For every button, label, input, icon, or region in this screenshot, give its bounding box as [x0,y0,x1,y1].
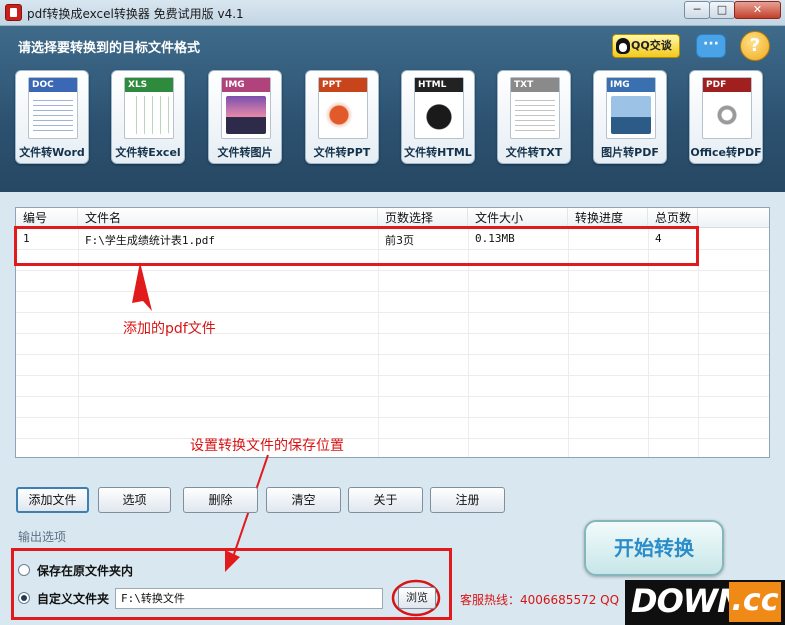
ppt-file-icon: PPT [318,77,368,139]
format-tag: IMG [222,78,270,92]
col-header-progress[interactable]: 转换进度 [568,208,648,228]
img-pdf-file-icon: IMG [606,77,656,139]
format-label: 文件转图片 [217,146,273,159]
browse-button[interactable]: 浏览 [398,587,436,609]
col-header-index[interactable]: 编号 [16,208,78,228]
format-header: 请选择要转换到的目标文件格式 QQ交谈 ··· ? DOC 文件转Word XL… [0,26,785,192]
header-label: 请选择要转换到的目标文件格式 [18,41,201,56]
col-header-page-select[interactable]: 页数选择 [378,208,468,228]
col-header-total-pages[interactable]: 总页数 [648,208,698,228]
format-label: 图片转PDF [601,146,659,159]
qq-chat-label: QQ交谈 [631,39,672,52]
output-options-label: 输出选项 [18,530,67,544]
help-icon[interactable]: ? [740,31,770,61]
txt-file-icon: TXT [510,77,560,139]
pdf-file-icon: PDF [702,77,752,139]
options-button[interactable]: 选项 [98,487,171,513]
annotation-save-location: 设置转换文件的保存位置 [190,438,344,454]
watermark-suffix: .cc [729,582,781,622]
radio-save-original-label[interactable]: 保存在原文件夹内 [37,562,133,579]
format-label: 文件转Word [19,146,85,159]
chat-bubble-icon[interactable]: ··· [696,34,726,58]
format-tile-excel[interactable]: XLS 文件转Excel [111,70,185,164]
format-tile-html[interactable]: HTML 文件转HTML [401,70,475,164]
format-tag: IMG [607,78,655,92]
clear-button[interactable]: 清空 [266,487,341,513]
annotation-output-box [11,548,452,620]
format-tile-image[interactable]: IMG 文件转图片 [208,70,282,164]
format-tile-ppt[interactable]: PPT 文件转PPT [305,70,379,164]
col-header-filename[interactable]: 文件名 [78,208,378,228]
format-tag: PPT [319,78,367,92]
format-tag: PDF [703,78,751,92]
add-file-button[interactable]: 添加文件 [16,487,89,513]
app-icon [5,4,22,21]
about-button[interactable]: 关于 [348,487,423,513]
list-header: 编号 文件名 页数选择 文件大小 转换进度 总页数 [16,208,769,228]
format-tile-txt[interactable]: TXT 文件转TXT [497,70,571,164]
format-label: 文件转HTML [404,146,472,159]
title-bar: pdf转换成excel转换器 免费试用版 v4.1 ─ □ ✕ [0,0,785,26]
xls-file-icon: XLS [124,77,174,139]
support-hotline: 客服热线：4006685572 QQ [460,593,620,607]
radio-save-original[interactable] [18,564,30,576]
minimize-button[interactable]: ─ [684,1,710,19]
custom-folder-input[interactable]: F:\转换文件 [115,588,383,609]
qq-chat-button[interactable]: QQ交谈 [612,34,680,58]
doc-file-icon: DOC [28,77,78,139]
close-button[interactable]: ✕ [734,1,781,19]
format-tag: XLS [125,78,173,92]
radio-custom-folder-label[interactable]: 自定义文件夹 [37,590,109,607]
format-tile-image-to-pdf[interactable]: IMG 图片转PDF [593,70,667,164]
html-file-icon: HTML [414,77,464,139]
img-file-icon: IMG [221,77,271,139]
watermark-text: DOWN [631,582,744,620]
radio-custom-folder[interactable] [18,592,30,604]
format-label: 文件转PPT [313,146,371,159]
format-label: 文件转TXT [505,146,563,159]
format-tag: TXT [511,78,559,92]
register-button[interactable]: 注册 [430,487,505,513]
window-title: pdf转换成excel转换器 免费试用版 v4.1 [27,7,244,21]
format-label: 文件转Excel [115,146,181,159]
format-label: Office转PDF [690,146,762,159]
down-cc-watermark-logo: DOWN .cc [625,580,785,625]
annotation-highlight-box [14,226,699,266]
format-tag: HTML [415,78,463,92]
qq-penguin-icon [616,38,630,54]
col-header-file-size[interactable]: 文件大小 [468,208,568,228]
format-tile-word[interactable]: DOC 文件转Word [15,70,89,164]
start-convert-button[interactable]: 开始转换 [584,520,724,576]
annotation-added-pdf: 添加的pdf文件 [123,321,216,337]
format-tile-office-to-pdf[interactable]: PDF Office转PDF [689,70,763,164]
delete-button[interactable]: 删除 [183,487,258,513]
maximize-button[interactable]: □ [709,1,735,19]
format-tag: DOC [29,78,77,92]
